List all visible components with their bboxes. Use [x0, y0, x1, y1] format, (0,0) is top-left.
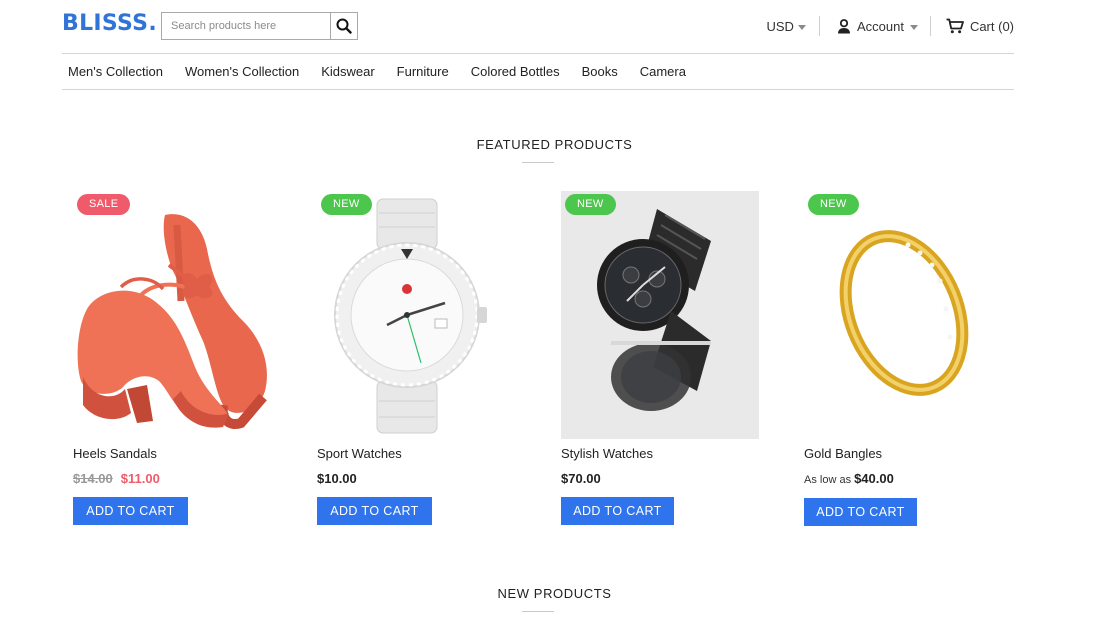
caret-down-icon [797, 24, 806, 30]
add-to-cart-button[interactable]: ADD TO CART [73, 497, 188, 525]
search-icon [336, 18, 352, 34]
product-price: $70.00 [561, 471, 601, 486]
cart-label: Cart (0) [969, 18, 1014, 34]
category-nav: Men's Collection Women's Collection Kids… [62, 54, 1014, 90]
nav-item-mens-collection[interactable]: Men's Collection [68, 64, 163, 79]
user-icon [837, 18, 850, 33]
search-input[interactable] [162, 13, 330, 39]
product-card: NEW Stylish Watches $70.00 ADD TO CART [561, 191, 761, 525]
product-name[interactable]: Stylish Watches [561, 446, 653, 461]
brand-dot: . [148, 11, 158, 36]
cart-link[interactable]: Cart (0) [931, 18, 1014, 34]
account-menu[interactable]: Account [820, 19, 930, 34]
header-actions: USD Account Cart (0) [767, 15, 1014, 37]
caret-down-icon [909, 24, 918, 30]
brand-name[interactable]: BLISSS [62, 11, 148, 36]
price-prefix: As low as [804, 474, 852, 486]
currency-label: USD [766, 18, 794, 34]
add-to-cart-button[interactable]: ADD TO CART [317, 497, 432, 525]
new-badge: NEW [321, 194, 372, 215]
nav-item-kidswear[interactable]: Kidswear [321, 64, 374, 79]
section-divider [522, 162, 554, 163]
heels-sandals-image [73, 191, 271, 439]
product-card: NEW Gold Bangles As low as $40.00 ADD TO … [804, 191, 1004, 526]
nav-item-womens-collection[interactable]: Women's Collection [185, 64, 299, 79]
add-to-cart-button[interactable]: ADD TO CART [804, 498, 917, 526]
gold-bangle-image [804, 191, 1002, 439]
old-price: $14.00 [73, 471, 113, 486]
product-image[interactable]: NEW [804, 191, 1002, 439]
brand-logo[interactable]: BLISSS. [62, 11, 157, 36]
new-badge: NEW [565, 194, 616, 215]
account-label: Account [856, 18, 904, 34]
search-button[interactable] [330, 13, 357, 39]
price-value: $70.00 [561, 471, 601, 486]
new-badge: NEW [808, 194, 859, 215]
nav-item-furniture[interactable]: Furniture [397, 64, 449, 79]
product-image[interactable]: NEW [317, 191, 515, 439]
nav-item-colored-bottles[interactable]: Colored Bottles [471, 64, 560, 79]
featured-products-title: FEATURED PRODUCTS [476, 137, 633, 152]
product-name[interactable]: Gold Bangles [804, 446, 882, 461]
add-to-cart-button[interactable]: ADD TO CART [561, 497, 674, 525]
price-value: $10.00 [317, 471, 357, 486]
sale-badge: SALE [77, 194, 131, 215]
sale-price: $11.00 [120, 471, 160, 486]
new-products-title: NEW PRODUCTS [497, 586, 612, 601]
product-price: $10.00 [317, 471, 357, 486]
product-name[interactable]: Heels Sandals [73, 446, 157, 461]
sport-watch-image [317, 191, 515, 439]
nav-item-camera[interactable]: Camera [640, 64, 686, 79]
stylish-watch-image [561, 191, 759, 439]
product-price: As low as $40.00 [804, 471, 894, 486]
site-header: BLISSS. USD Account [62, 0, 1014, 54]
product-image[interactable]: NEW [561, 191, 759, 439]
product-card: SALE Heels Sandals $14.00 $11.00 ADD TO C… [73, 191, 273, 525]
nav-item-books[interactable]: Books [582, 64, 618, 79]
product-price: $14.00 $11.00 [73, 471, 160, 486]
cart-icon [946, 18, 964, 34]
product-image[interactable]: SALE [73, 191, 271, 439]
price-value: $40.00 [854, 471, 894, 486]
search-bar [161, 12, 358, 40]
product-name[interactable]: Sport Watches [317, 446, 402, 461]
currency-selector[interactable]: USD [767, 19, 819, 34]
section-divider [522, 611, 554, 612]
product-card: NEW Sport Watches $10.00 ADD TO CART [317, 191, 517, 525]
